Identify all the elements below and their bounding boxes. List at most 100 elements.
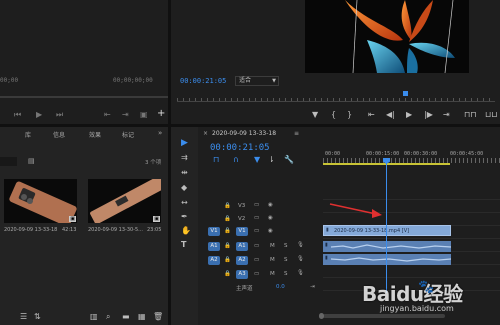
play-icon[interactable]: ▶: [406, 111, 412, 119]
phone-image: [90, 179, 161, 223]
track-label[interactable]: A1: [236, 242, 248, 251]
eye-icon[interactable]: ◉: [268, 228, 273, 234]
program-timecode[interactable]: 00:00:21:05: [180, 77, 226, 85]
mark-in-icon[interactable]: {: [331, 111, 336, 119]
eye-icon[interactable]: ◉: [268, 202, 273, 208]
sync-lock-icon[interactable]: ▭: [254, 257, 259, 263]
clip-thumbnail[interactable]: ▣: [4, 179, 77, 223]
automate-icon[interactable]: ▥: [90, 313, 98, 321]
sync-lock-icon[interactable]: ▭: [254, 271, 259, 277]
type-tool-icon[interactable]: T: [181, 241, 186, 249]
program-playhead[interactable]: [403, 91, 408, 96]
ripple-edit-tool-icon[interactable]: ⇹: [181, 169, 188, 177]
track-lock-icon[interactable]: 🔒: [224, 257, 231, 263]
delete-icon[interactable]: 🗑: [153, 313, 163, 321]
track-lock-icon[interactable]: 🔒: [224, 243, 231, 249]
step-back-icon[interactable]: ⏮: [14, 111, 21, 119]
overwrite-icon[interactable]: ⇥: [122, 111, 129, 119]
mute-button[interactable]: M: [270, 257, 275, 263]
mark-out-icon[interactable]: }: [347, 111, 352, 119]
go-to-end-icon[interactable]: ⇥: [310, 284, 315, 290]
project-panel: 库 信息 效果 标记 » ▤ 3 个项 ▣ 2020-09-09 13-33-1…: [0, 127, 168, 325]
tab-library[interactable]: 库: [25, 130, 31, 139]
track-label[interactable]: A2: [236, 256, 248, 265]
audio-clip-a2[interactable]: ▮: [323, 254, 451, 265]
microphone-icon[interactable]: 🎙: [297, 270, 304, 276]
mute-button[interactable]: M: [270, 243, 275, 249]
sync-lock-icon[interactable]: ▭: [254, 228, 259, 234]
sort-icon[interactable]: ⇅: [34, 313, 41, 321]
fit-select[interactable]: 适合 ▼: [235, 76, 279, 86]
source-patch-a2[interactable]: A2: [208, 256, 220, 265]
master-value[interactable]: 0.0: [276, 284, 285, 290]
export-frame-icon[interactable]: ▣: [140, 111, 148, 119]
track-row-v1: V1 🔒 V1 ▭ ◉: [198, 226, 323, 238]
insert-icon[interactable]: ⇤: [104, 111, 111, 119]
scrollbar-handle[interactable]: [319, 313, 324, 319]
tab-info[interactable]: 信息: [53, 130, 65, 139]
tools-panel: ▶ ⇉ ⇹ ◆ ↔ ✒ ✋ T: [175, 127, 195, 325]
new-item-icon[interactable]: ▦: [138, 313, 146, 321]
eye-icon[interactable]: ◉: [268, 215, 273, 221]
source-patch-v1[interactable]: V1: [208, 227, 220, 236]
close-icon[interactable]: ×: [203, 130, 208, 137]
step-back-icon[interactable]: ◀|: [386, 111, 395, 119]
timeline-timecode[interactable]: 00:00:21:05: [210, 143, 270, 153]
tab-markers[interactable]: 标记: [122, 130, 134, 139]
add-marker-icon[interactable]: ▼: [254, 156, 260, 164]
new-bin-icon[interactable]: ▤: [28, 157, 35, 165]
solo-button[interactable]: S: [284, 257, 288, 263]
solo-button[interactable]: S: [284, 271, 288, 277]
track-label[interactable]: A3: [236, 270, 248, 279]
track-label[interactable]: V1: [236, 227, 248, 236]
microphone-icon[interactable]: 🎙: [297, 256, 304, 262]
source-patch-a1[interactable]: A1: [208, 242, 220, 251]
mute-button[interactable]: M: [270, 271, 275, 277]
slip-tool-icon[interactable]: ↔: [181, 199, 188, 207]
track-select-tool-icon[interactable]: ⇉: [181, 154, 188, 162]
new-bin-icon[interactable]: ▬: [122, 313, 130, 321]
sync-lock-icon[interactable]: ▭: [254, 202, 259, 208]
track-lock-icon[interactable]: 🔒: [224, 271, 231, 277]
lift-icon[interactable]: ⊓⊓: [464, 111, 476, 119]
wrench-icon[interactable]: 🔧: [284, 156, 294, 164]
tabs-overflow-icon[interactable]: »: [158, 129, 162, 137]
razor-tool-icon[interactable]: ◆: [181, 184, 187, 192]
selection-tool-icon[interactable]: ▶: [181, 139, 188, 148]
watermark-url: jingyan.baidu.com: [380, 304, 454, 313]
project-search-input[interactable]: [0, 157, 17, 166]
microphone-icon[interactable]: 🎙: [297, 242, 304, 248]
sequence-tab[interactable]: 2020-09-09 13-33-18: [212, 130, 276, 137]
go-to-out-icon[interactable]: ⇥: [443, 111, 450, 119]
list-view-icon[interactable]: ☰: [20, 313, 27, 321]
snap-icon[interactable]: ⊓: [213, 156, 219, 164]
track-lock-icon[interactable]: 🔒: [224, 228, 231, 234]
sync-lock-icon[interactable]: ▭: [254, 215, 259, 221]
pen-tool-icon[interactable]: ✒: [181, 213, 188, 221]
track-lock-icon[interactable]: 🔒: [224, 216, 231, 222]
panel-menu-icon[interactable]: ≡: [294, 130, 299, 137]
fit-select-label: 适合: [239, 77, 252, 84]
hand-tool-icon[interactable]: ✋: [181, 227, 191, 235]
program-scrubber-track: [177, 101, 495, 102]
clip-badge-icon: ▣: [69, 216, 76, 222]
linked-selection-icon[interactable]: ∩: [233, 156, 239, 164]
tab-effects[interactable]: 效果: [89, 130, 101, 139]
source-scrubber[interactable]: [0, 96, 168, 98]
add-button-icon[interactable]: +: [157, 109, 165, 119]
step-forward-icon[interactable]: ⏭: [56, 111, 63, 119]
audio-clip-a1[interactable]: ▮: [323, 241, 451, 252]
extract-icon[interactable]: ⊔⊔: [485, 111, 497, 119]
source-timecode-right: 00;00;00;00: [113, 77, 153, 84]
solo-button[interactable]: S: [284, 243, 288, 249]
track-lock-icon[interactable]: 🔒: [224, 203, 231, 209]
clip-thumbnail[interactable]: ▣: [88, 179, 161, 223]
find-icon[interactable]: ⌕: [106, 313, 110, 321]
step-forward-icon[interactable]: |▶: [424, 111, 433, 119]
play-icon[interactable]: ▶: [36, 111, 42, 119]
go-to-in-icon[interactable]: ⇤: [368, 111, 375, 119]
sync-lock-icon[interactable]: ▭: [254, 243, 259, 249]
marker-icon[interactable]: ⇂: [268, 156, 275, 164]
video-clip[interactable]: ▮ 2020-09-09 13-33-18.mp4 [V]: [323, 225, 451, 236]
add-marker-icon[interactable]: ▼: [312, 111, 318, 119]
